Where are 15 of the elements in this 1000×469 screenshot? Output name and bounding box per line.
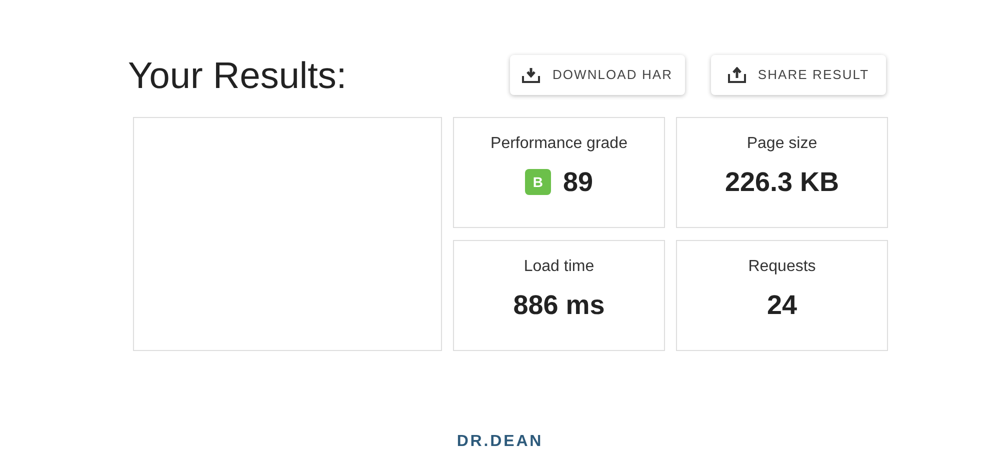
metric-value: 89 bbox=[562, 166, 594, 199]
upload-icon bbox=[728, 67, 746, 83]
metric-label: Performance grade bbox=[490, 134, 628, 154]
metric-value: 886 ms bbox=[513, 288, 605, 322]
metric-label: Requests bbox=[748, 256, 816, 276]
brand-logo: DR.DEAN bbox=[456, 432, 544, 452]
metric-value: 226.3 KB bbox=[724, 166, 840, 199]
download-icon bbox=[522, 67, 540, 83]
download-button[interactable]: DOWNLOAD HAR bbox=[510, 55, 685, 95]
metric-label: Page size bbox=[746, 134, 818, 154]
grade-badge: B bbox=[524, 169, 551, 196]
metric-value: 24 bbox=[766, 288, 798, 322]
share-button[interactable]: SHARE RESULT bbox=[711, 55, 886, 95]
metric-label: Load time bbox=[524, 256, 594, 276]
page-title: Your Results: bbox=[128, 56, 347, 94]
